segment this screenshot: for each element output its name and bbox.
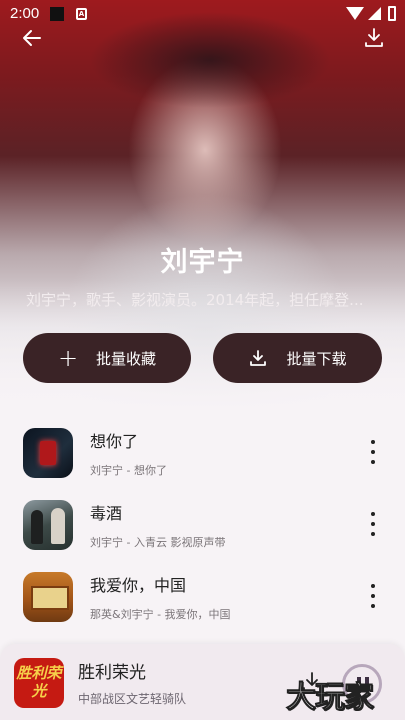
song-cover (23, 500, 73, 550)
song-cover (23, 428, 73, 478)
more-options-button[interactable] (364, 440, 382, 464)
download-icon (365, 28, 383, 47)
download-button[interactable] (360, 24, 388, 52)
watermark-logo: 大玩家 (286, 680, 375, 716)
notification-icon (50, 7, 64, 21)
more-options-button[interactable] (364, 512, 382, 536)
more-options-button[interactable] (364, 584, 382, 608)
status-time: 2:00 (10, 5, 40, 22)
cover-art-text: 胜利荣光 (16, 664, 62, 700)
batch-download-button[interactable]: 批量下载 (213, 333, 382, 383)
app-notification-icon: A (76, 8, 87, 20)
plus-icon: + (57, 344, 79, 372)
song-title: 我爱你，中国 (90, 576, 187, 595)
signal-icon (368, 7, 381, 20)
batch-collect-label: 批量收藏 (96, 349, 157, 368)
batch-collect-button[interactable]: + 批量收藏 (23, 333, 191, 383)
top-navigation (0, 24, 405, 54)
now-playing-artist: 中部战区文艺轻骑队 (78, 692, 187, 706)
song-item[interactable]: 想你了 刘宇宁 - 想你了 (0, 428, 405, 500)
song-subtitle: 刘宇宁 - 想你了 (90, 464, 167, 477)
song-item[interactable]: 我爱你，中国 那英&刘宇宁 - 我爱你，中国 (0, 572, 405, 644)
song-cover (23, 572, 73, 622)
song-subtitle: 刘宇宁 - 入青云 影视原声带 (90, 536, 226, 549)
artist-name: 刘宇宁 (160, 247, 245, 278)
back-button[interactable] (18, 24, 48, 52)
now-playing-title: 胜利荣光 (78, 663, 146, 683)
artist-description[interactable]: 刘宇宁，歌手、影视演员。2014年起，担任摩登... (26, 289, 381, 310)
wifi-icon (346, 7, 364, 20)
more-vertical-icon (371, 584, 375, 588)
song-item[interactable]: 毒酒 刘宇宁 - 入青云 影视原声带 (0, 500, 405, 572)
song-title: 毒酒 (90, 504, 123, 523)
download-icon (250, 350, 267, 366)
more-vertical-icon (371, 512, 375, 516)
back-arrow-icon (23, 30, 41, 46)
battery-icon (388, 6, 396, 21)
song-title: 想你了 (90, 432, 139, 451)
more-vertical-icon (371, 440, 375, 444)
now-playing-cover: 胜利荣光 (14, 658, 64, 708)
batch-download-label: 批量下载 (286, 349, 347, 368)
song-subtitle: 那英&刘宇宁 - 我爱你，中国 (90, 608, 231, 621)
